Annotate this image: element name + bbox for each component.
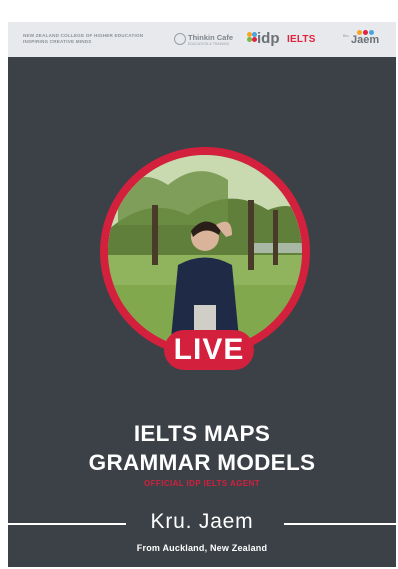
kru-jaem-wordmark: Jaem <box>351 34 380 46</box>
presenter-photo <box>108 155 302 349</box>
left-divider <box>8 523 126 525</box>
thinkin-cafe-logo: Thinkin Cafe EDUCATION & TRAINING <box>174 32 236 48</box>
thinkin-cafe-name: Thinkin Cafe <box>188 33 234 42</box>
title-line-2: GRAMMAR MODELS <box>88 450 316 475</box>
ielts-wordmark: IELTS <box>287 34 316 45</box>
right-divider <box>284 523 396 525</box>
kru-jaem-small: Kru <box>343 34 349 38</box>
title-line-1: IELTS MAPS <box>133 421 271 446</box>
presenter-photo-frame <box>100 147 310 357</box>
poster: NEW ZEALAND COLLEGE OF HIGHER EDUCATION … <box>8 22 396 567</box>
thinkin-cafe-sub: EDUCATION & TRAINING <box>188 42 230 46</box>
idp-wordmark: idp <box>257 30 280 47</box>
presenter-origin: From Auckland, New Zealand <box>136 543 268 553</box>
agent-subtitle: OFFICIAL IDP IELTS AGENT <box>144 479 260 488</box>
presenter-name: Kru. Jaem <box>150 510 254 533</box>
college-tagline: INSPIRING CREATIVE MINDS <box>23 39 92 44</box>
college-logo-text: NEW ZEALAND COLLEGE OF HIGHER EDUCATION … <box>23 33 163 45</box>
thinkin-cafe-logo-icon <box>174 33 186 45</box>
header-bar: NEW ZEALAND COLLEGE OF HIGHER EDUCATION … <box>8 22 396 57</box>
live-badge: LIVE <box>164 330 254 370</box>
kru-jaem-logo: Kru Jaem <box>343 28 387 50</box>
idp-ielts-logo: idp IELTS <box>247 30 319 48</box>
